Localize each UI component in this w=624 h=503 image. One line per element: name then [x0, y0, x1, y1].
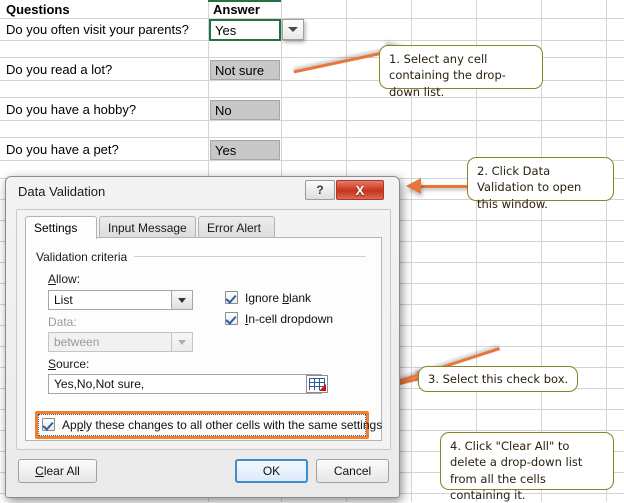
in-cell-dropdown-checkbox[interactable] [225, 312, 238, 325]
chevron-down-icon[interactable] [171, 291, 192, 309]
apply-all-label: Apply these changes to all other cells w… [62, 418, 383, 432]
source-input[interactable]: Yes,No,Not sure, [48, 374, 322, 394]
callout-2: 2. Click Data Validation to open this wi… [467, 157, 614, 211]
question-cell-2[interactable]: Do you read a lot? [6, 59, 112, 80]
question-cell-1[interactable]: Do you often visit your parents? [6, 19, 189, 40]
close-icon[interactable]: X [336, 180, 384, 200]
grid-vline [606, 0, 607, 502]
tab-error-alert[interactable]: Error Alert [198, 216, 275, 238]
callout-4: 4. Click "Clear All" to delete a drop-do… [440, 432, 614, 502]
answer-cell-4[interactable]: Yes [210, 140, 280, 160]
answer-column-top-border [208, 0, 281, 2]
chevron-down-glyph [288, 27, 298, 32]
cancel-label: Cancel [333, 464, 372, 478]
question-cell-3[interactable]: Do you have a hobby? [6, 99, 136, 120]
in-cell-dropdown-label: In-cell dropdown [245, 312, 334, 326]
column-header-answer: Answer [213, 1, 260, 17]
help-button[interactable]: ? [305, 180, 335, 200]
apply-all-checkbox[interactable] [42, 418, 55, 431]
answer-cell-2[interactable]: Not sure [210, 60, 280, 80]
grid-hline [0, 40, 624, 41]
grid-hline [0, 97, 624, 98]
allow-combobox[interactable]: List [48, 290, 193, 310]
data-value: between [54, 335, 100, 349]
cancel-button[interactable]: Cancel [316, 459, 389, 483]
data-validation-dialog[interactable]: Data Validation ? X Settings Input Messa… [5, 176, 400, 498]
validation-criteria-label: Validation criteria [36, 250, 128, 264]
tab-settings[interactable]: Settings [25, 216, 97, 239]
callout-1: 1. Select any cell containing the drop-d… [379, 45, 543, 99]
callout-3-text: 3. Select this check box. [428, 371, 569, 386]
data-combobox[interactable]: between [48, 332, 193, 352]
ignore-blank-checkbox[interactable] [225, 291, 238, 304]
settings-tab-panel: Validation criteria AAllow:llow: List Da… [25, 237, 382, 441]
allow-value: List [54, 293, 73, 307]
tab-input-message[interactable]: Input Message [99, 216, 196, 238]
clear-all-label: Clear All [35, 464, 80, 478]
allow-label: AAllow:llow: [48, 272, 81, 286]
clear-all-button[interactable]: Clear All [18, 459, 97, 483]
chevron-down-icon[interactable] [171, 333, 192, 351]
dialog-title: Data Validation [18, 184, 106, 199]
chevron-down-icon[interactable] [282, 19, 304, 40]
source-value: Yes,No,Not sure, [54, 377, 145, 391]
source-label: Source: [48, 357, 90, 371]
dialog-title-bar[interactable]: Data Validation ? X [6, 177, 399, 207]
group-divider [134, 256, 366, 257]
apply-all-row[interactable]: Apply these changes to all other cells w… [35, 411, 382, 439]
grid-hline [0, 120, 624, 121]
question-cell-4[interactable]: Do you have a pet? [6, 139, 119, 160]
dialog-panel: Settings Input Message Error Alert Valid… [16, 209, 391, 450]
ok-button[interactable]: OK [235, 459, 308, 483]
answer-cell-1-selected[interactable]: Yes [209, 19, 281, 41]
data-label: Data: [48, 315, 77, 329]
callout-3: 3. Select this check box. [418, 366, 578, 392]
ignore-blank-label: Ignore blank [245, 291, 312, 305]
column-header-questions: Questions [6, 1, 70, 17]
grid-hline [0, 137, 624, 138]
range-select-icon[interactable] [306, 375, 328, 393]
range-arrow-glyph [319, 384, 326, 391]
answer-cell-3[interactable]: No [210, 100, 280, 120]
